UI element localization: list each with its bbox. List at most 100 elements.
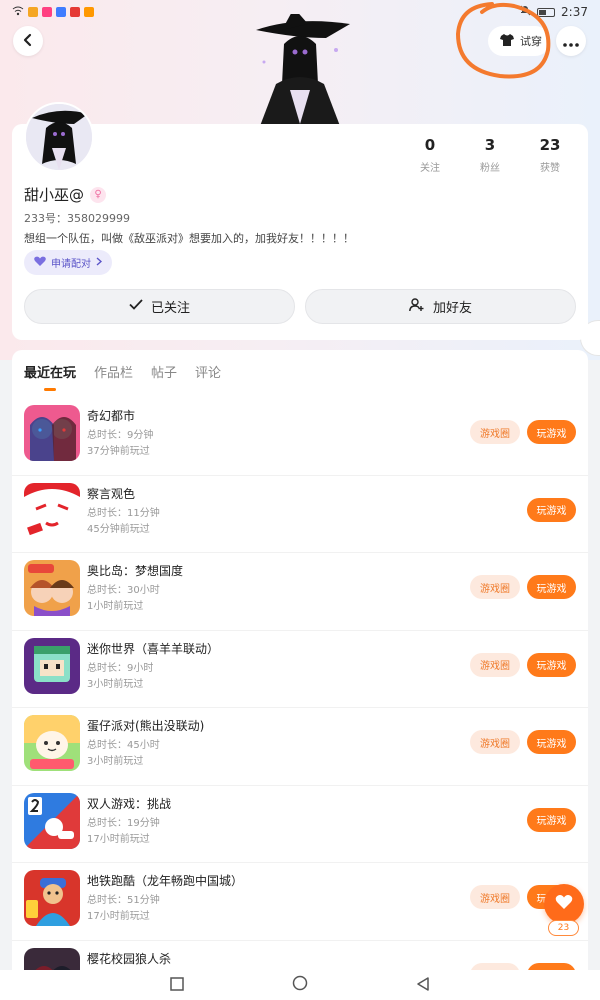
user-id: 233号：358029999	[24, 212, 130, 225]
apply-pair-button[interactable]: 申请配对	[24, 250, 112, 275]
stat-label: 关注	[420, 163, 440, 174]
play-game-button[interactable]: 玩游戏	[527, 420, 576, 444]
mini-world-icon[interactable]	[24, 637, 80, 694]
heart-icon	[34, 256, 46, 270]
game-duration: 总时长：51分钟	[87, 895, 160, 906]
play-game-button[interactable]: 玩游戏	[527, 497, 576, 522]
two-player-icon[interactable]	[24, 792, 80, 849]
back-nav-button[interactable]	[416, 976, 430, 995]
stat-label: 粉丝	[480, 163, 500, 174]
user-bio: 想组一个队伍，叫做《敌巫派对》想要加入的，加我好友！！！！！	[24, 232, 354, 245]
game-duration: 总时长：9小时	[87, 662, 154, 674]
list-item[interactable]: 奇幻都市 总时长：9分钟 37分钟前玩过 游戏圈 玩游戏	[12, 398, 588, 476]
game-circle-button[interactable]: 游戏圈	[470, 730, 520, 754]
shirt-icon	[500, 33, 514, 49]
eggy-party-icon[interactable]	[24, 715, 80, 771]
subway-surfers-icon[interactable]	[24, 870, 80, 926]
game-last-played: 17小时前玩过	[87, 911, 150, 922]
game-title: 奇幻都市	[87, 409, 136, 423]
list-item[interactable]: 察言观色 总时长：11分钟 45分钟前玩过 玩游戏	[12, 476, 588, 553]
home-button[interactable]	[292, 975, 308, 995]
game-circle-button[interactable]: 游戏圈	[470, 420, 520, 444]
play-game-button[interactable]: 玩游戏	[527, 807, 576, 832]
recent-games-card: 最近在玩 作品栏 帖子 评论 奇幻都市 总时长：9分钟 37分钟前玩过 游戏圈 …	[12, 350, 588, 990]
checkmark-icon	[129, 299, 143, 314]
game-duration: 总时长：9分钟	[87, 430, 154, 441]
game-circle-button[interactable]: 游戏圈	[470, 885, 520, 909]
like-button[interactable]	[544, 884, 584, 924]
profile-tabs: 最近在玩 作品栏 帖子 评论	[24, 362, 221, 391]
anime-duo-icon[interactable]	[24, 405, 80, 461]
status-icons-left	[12, 5, 94, 19]
game-last-played: 45分钟前玩过	[87, 523, 150, 535]
app-notification-icon	[84, 7, 94, 17]
stat-followers[interactable]: 3 粉丝	[460, 136, 520, 174]
more-dots-icon	[563, 32, 579, 51]
back-button[interactable]	[13, 26, 43, 56]
list-item[interactable]: 双人游戏：挑战 总时长：19分钟 17小时前玩过 玩游戏	[12, 786, 588, 863]
add-user-icon	[409, 297, 425, 316]
like-count: 23	[548, 920, 579, 936]
profile-card: 0 关注 3 粉丝 23 获赞 甜小巫@ ♀ 233号：358029999 想组…	[12, 102, 588, 340]
tab-comments[interactable]: 评论	[195, 362, 221, 381]
obi-island-icon[interactable]	[24, 560, 80, 616]
apply-pair-label: 申请配对	[51, 259, 91, 270]
game-last-played: 37分钟前玩过	[87, 446, 150, 457]
game-duration: 总时长：30小时	[87, 585, 160, 596]
list-item[interactable]: 地铁跑酷（龙年畅跑中国城） 总时长：51分钟 17小时前玩过 游戏圈 玩游戏	[12, 863, 588, 941]
stat-likes[interactable]: 23 获赞	[520, 136, 580, 174]
play-game-button[interactable]: 玩游戏	[527, 652, 576, 677]
more-options-button[interactable]	[556, 26, 586, 56]
stat-label: 获赞	[540, 163, 560, 174]
chevron-right-icon	[96, 256, 103, 269]
list-item[interactable]: 迷你世界（喜羊羊联动） 总时长：9小时 3小时前玩过 游戏圈 玩游戏	[12, 631, 588, 708]
profile-stats: 0 关注 3 粉丝 23 获赞	[400, 136, 580, 174]
tab-works[interactable]: 作品栏	[94, 362, 133, 381]
play-game-button[interactable]: 玩游戏	[527, 730, 576, 754]
stat-value: 0	[424, 136, 436, 154]
recent-apps-button[interactable]	[170, 976, 184, 995]
system-navigation-bar	[0, 970, 600, 1000]
game-title: 地铁跑酷（龙年畅跑中国城）	[87, 874, 244, 888]
try-on-button[interactable]: 试穿	[488, 26, 550, 56]
stat-value: 3	[484, 136, 496, 154]
app-notification-icon	[28, 7, 38, 17]
game-circle-button[interactable]: 游戏圈	[470, 652, 520, 677]
list-item[interactable]: 奥比岛：梦想国度 总时长：30小时 1小时前玩过 游戏圈 玩游戏	[12, 553, 588, 631]
female-icon: ♀	[90, 186, 107, 203]
tab-recently-played[interactable]: 最近在玩	[24, 362, 76, 391]
game-title: 双人游戏：挑战	[87, 796, 172, 811]
heart-icon	[555, 894, 573, 914]
play-game-button[interactable]: 玩游戏	[527, 575, 576, 599]
game-last-played: 3小时前玩过	[87, 678, 144, 690]
wifi-icon	[12, 5, 24, 19]
add-friend-label: 加好友	[432, 301, 472, 316]
game-title: 樱花校园狼人杀	[87, 951, 172, 966]
game-list: 奇幻都市 总时长：9分钟 37分钟前玩过 游戏圈 玩游戏 察言观色 总时长：11…	[12, 398, 588, 990]
status-time: 2:37	[561, 5, 588, 19]
chevron-left-icon	[22, 32, 34, 51]
game-title: 察言观色	[87, 486, 136, 501]
list-item[interactable]: 蛋仔派对(熊出没联动) 总时长：45小时 3小时前玩过 游戏圈 玩游戏	[12, 708, 588, 786]
app-notification-icon	[56, 7, 66, 17]
tab-posts[interactable]: 帖子	[151, 362, 177, 381]
game-last-played: 17小时前玩过	[87, 833, 150, 845]
white-face-icon[interactable]	[24, 482, 80, 539]
followed-button[interactable]: 已关注	[24, 289, 295, 324]
mute-icon	[520, 5, 531, 19]
avatar[interactable]	[24, 102, 94, 172]
followed-label: 已关注	[150, 301, 190, 316]
game-last-played: 1小时前玩过	[87, 601, 144, 612]
game-circle-button[interactable]: 游戏圈	[470, 575, 520, 599]
game-duration: 总时长：19分钟	[87, 817, 160, 829]
game-last-played: 3小时前玩过	[87, 756, 144, 767]
add-friend-button[interactable]: 加好友	[305, 289, 576, 324]
app-notification-icon	[42, 7, 52, 17]
stat-following[interactable]: 0 关注	[400, 136, 460, 174]
game-title: 迷你世界（喜羊羊联动）	[87, 641, 220, 656]
try-on-label: 试穿	[520, 35, 542, 48]
username: 甜小巫@	[24, 186, 85, 204]
username-row: 甜小巫@ ♀	[24, 184, 107, 205]
profile-decoration-figure	[246, 8, 354, 126]
status-icons-right: 2:37	[520, 5, 588, 19]
